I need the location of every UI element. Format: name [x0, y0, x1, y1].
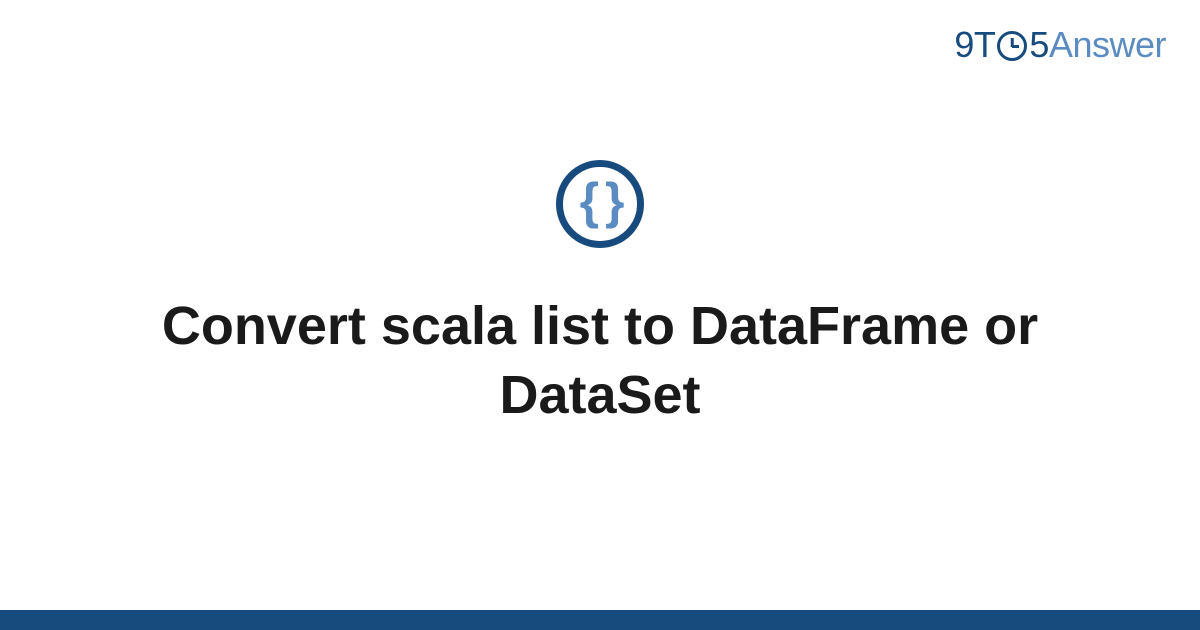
page-title: Convert scala list to DataFrame or DataS… — [70, 292, 1130, 430]
main-content: { } Convert scala list to DataFrame or D… — [0, 0, 1200, 630]
code-braces-icon: { } — [556, 160, 644, 248]
footer-accent-bar — [0, 610, 1200, 630]
braces-glyph: { } — [580, 176, 621, 226]
